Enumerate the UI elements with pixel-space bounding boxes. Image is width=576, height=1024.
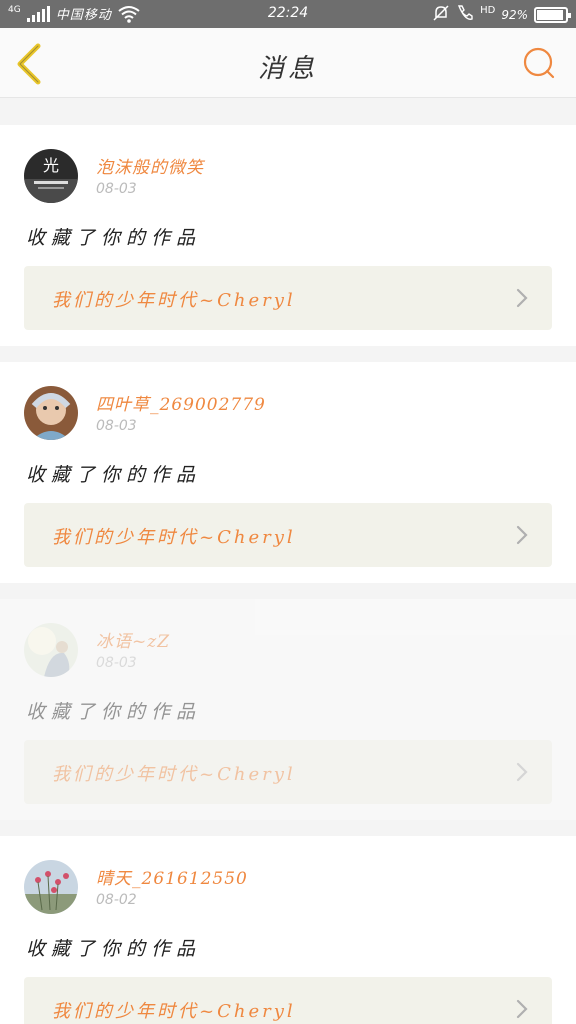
message-card[interactable]: 晴天_261612550 08-02 收藏了你的作品 我们的少年时代~Chery…: [0, 836, 576, 1024]
status-bar: 4G 中国移动 22:24 HD 92%: [0, 0, 576, 28]
message-date: 08-03: [96, 418, 137, 434]
bell-muted-icon: [432, 4, 450, 25]
action-text: 收藏了你的作品: [26, 701, 202, 723]
work-link[interactable]: 我们的少年时代~Cheryl: [24, 266, 552, 330]
message-date: 08-03: [96, 181, 137, 197]
work-title: 我们的少年时代~Cheryl: [52, 290, 296, 311]
battery-fill: [537, 9, 563, 20]
message-date: 08-02: [96, 892, 137, 908]
message-card[interactable]: 光 泡沫般的微笑 08-03 收藏了你的作品 我们的少年时代~Cheryl: [0, 125, 576, 346]
message-card[interactable]: 冰语~zZ 08-03 收藏了你的作品 我们的少年时代~Cheryl: [0, 599, 576, 820]
page-title: 消息: [257, 54, 318, 84]
chevron-right-icon: [516, 525, 528, 545]
username[interactable]: 泡沫般的微笑: [96, 153, 204, 178]
action-text: 收藏了你的作品: [26, 938, 202, 960]
work-title: 我们的少年时代~Cheryl: [52, 764, 296, 785]
work-link[interactable]: 我们的少年时代~Cheryl: [24, 503, 552, 567]
username[interactable]: 冰语~zZ: [96, 627, 170, 652]
battery-percent: 92%: [501, 7, 528, 22]
message-date: 08-03: [96, 655, 137, 671]
svg-text:光: 光: [43, 156, 59, 175]
work-link[interactable]: 我们的少年时代~Cheryl: [24, 977, 552, 1024]
message-card[interactable]: 四叶草_269002779 08-03 收藏了你的作品 我们的少年时代~Cher…: [0, 362, 576, 583]
avatar[interactable]: [24, 860, 78, 914]
action-text: 收藏了你的作品: [26, 464, 202, 486]
chevron-right-icon: [516, 288, 528, 308]
phone-hd-icon: [456, 4, 474, 25]
chevron-right-icon: [516, 762, 528, 782]
avatar[interactable]: 光: [24, 149, 78, 203]
username[interactable]: 四叶草_269002779: [96, 390, 266, 415]
work-title: 我们的少年时代~Cheryl: [52, 527, 296, 548]
username[interactable]: 晴天_261612550: [96, 864, 248, 889]
nav-header: 消息: [0, 28, 576, 98]
avatar[interactable]: [24, 623, 78, 677]
work-link[interactable]: 我们的少年时代~Cheryl: [24, 740, 552, 804]
status-right: HD 92%: [432, 4, 571, 25]
work-title: 我们的少年时代~Cheryl: [52, 1001, 296, 1022]
search-icon: [523, 47, 555, 79]
chevron-right-icon: [516, 999, 528, 1019]
hd-label: HD: [480, 5, 496, 16]
battery-icon: [534, 6, 571, 23]
avatar[interactable]: [24, 386, 78, 440]
message-list: 光 泡沫般的微笑 08-03 收藏了你的作品 我们的少年时代~Cheryl 四叶…: [0, 98, 576, 1024]
search-button[interactable]: [522, 46, 556, 80]
action-text: 收藏了你的作品: [26, 227, 202, 249]
